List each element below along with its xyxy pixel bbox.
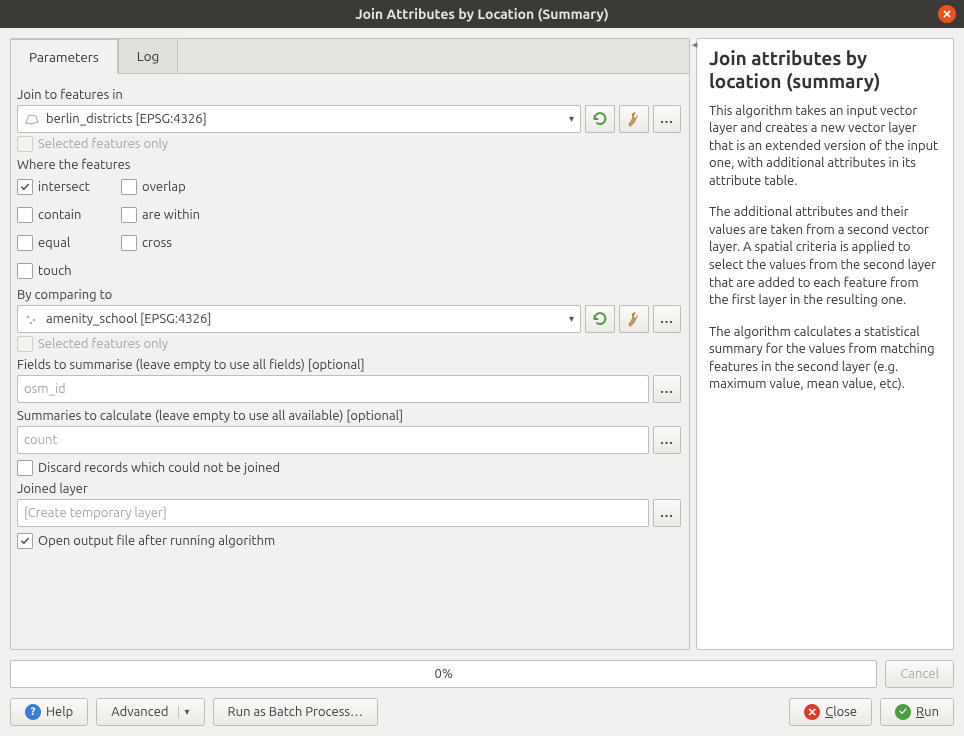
chevron-down-icon: ▾: [569, 113, 574, 125]
predicate-overlap-checkbox[interactable]: [121, 179, 137, 195]
advanced-button-label: Advanced: [111, 705, 168, 719]
predicate-touch-checkbox[interactable]: [17, 263, 33, 279]
predicate-touch-label: touch: [38, 264, 72, 278]
run-button[interactable]: ✓ Run: [880, 698, 954, 726]
close-button-label: Close: [825, 705, 857, 719]
chevron-down-icon: ▾: [178, 706, 190, 718]
predicate-cross-label: cross: [142, 236, 172, 250]
bottom-area: 0% Cancel ? Help Advanced ▾ Run as Batch…: [10, 660, 954, 726]
selected-only-compare-checkbox: [17, 336, 33, 352]
run-button-label: Run: [916, 705, 939, 719]
selected-only-compare-label: Selected features only: [38, 337, 168, 351]
discard-unjoined-label: Discard records which could not be joine…: [38, 461, 280, 475]
window-close-button[interactable]: [938, 5, 956, 23]
fields-value: osm_id: [24, 382, 66, 396]
browse-join-layer-button[interactable]: …: [653, 105, 681, 133]
open-output-checkbox[interactable]: [17, 533, 33, 549]
selected-only-join-checkbox: [17, 136, 33, 152]
reload-join-layer-button[interactable]: [585, 105, 615, 133]
batch-button[interactable]: Run as Batch Process…: [213, 698, 378, 726]
progress-bar: 0%: [10, 660, 877, 688]
help-panel: Join attributes by location (summary) Th…: [696, 38, 954, 650]
help-title: Join attributes by location (summary): [709, 47, 941, 93]
discard-unjoined-checkbox[interactable]: [17, 460, 33, 476]
advanced-button[interactable]: Advanced ▾: [96, 698, 204, 726]
help-icon: ?: [25, 704, 41, 720]
predicate-equal-checkbox[interactable]: [17, 235, 33, 251]
tab-bar: Parameters Log: [10, 38, 689, 74]
label-join-to: Join to features in: [17, 88, 681, 102]
open-output-label: Open output file after running algorithm: [38, 534, 275, 548]
join-layer-dropdown[interactable]: berlin_districts [EPSG:4326] ▾: [17, 105, 581, 133]
selected-only-join-label: Selected features only: [38, 137, 168, 151]
help-button[interactable]: ? Help: [10, 698, 88, 726]
close-button[interactable]: ✕ Close: [789, 698, 872, 726]
label-summaries: Summaries to calculate (leave empty to u…: [17, 409, 681, 423]
tab-parameters[interactable]: Parameters: [10, 39, 118, 74]
window-title: Join Attributes by Location (Summary): [355, 6, 608, 22]
joined-layer-placeholder: [Create temporary layer]: [24, 506, 167, 520]
predicate-intersect-checkbox[interactable]: [17, 179, 33, 195]
help-button-label: Help: [46, 705, 73, 719]
tab-log[interactable]: Log: [118, 38, 179, 73]
predicate-within-checkbox[interactable]: [121, 207, 137, 223]
close-icon: ✕: [804, 704, 820, 720]
label-where: Where the features: [17, 158, 681, 172]
progress-value: 0%: [435, 667, 453, 681]
predicate-contain-label: contain: [38, 208, 81, 222]
summaries-input[interactable]: count: [17, 426, 649, 454]
collapse-help-button[interactable]: ◂: [692, 38, 700, 50]
browse-fields-button[interactable]: …: [653, 375, 681, 403]
upper-area: Parameters Log Join to features in berli…: [10, 38, 954, 650]
dialog-content: Parameters Log Join to features in berli…: [0, 28, 964, 736]
compare-layer-dropdown[interactable]: amenity_school [EPSG:4326] ▾: [17, 305, 581, 333]
label-fields: Fields to summarise (leave empty to use …: [17, 358, 681, 372]
fields-input[interactable]: osm_id: [17, 375, 649, 403]
run-icon: ✓: [895, 704, 911, 720]
browse-summaries-button[interactable]: …: [653, 426, 681, 454]
point-layer-icon: [24, 313, 40, 325]
predicate-within-label: are within: [142, 208, 200, 222]
browse-compare-layer-button[interactable]: …: [653, 305, 681, 333]
settings-join-layer-button[interactable]: [619, 105, 649, 133]
settings-compare-layer-button[interactable]: [619, 305, 649, 333]
chevron-down-icon: ▾: [569, 313, 574, 325]
predicate-cross-checkbox[interactable]: [121, 235, 137, 251]
polygon-layer-icon: [24, 113, 40, 125]
title-bar: Join Attributes by Location (Summary): [0, 0, 964, 28]
browse-joined-layer-button[interactable]: …: [653, 499, 681, 527]
help-paragraph-1: This algorithm takes an input vector lay…: [709, 103, 941, 191]
form-body: Join to features in berlin_districts [EP…: [11, 74, 689, 649]
join-layer-value: berlin_districts [EPSG:4326]: [46, 112, 207, 126]
help-paragraph-3: The algorithm calculates a statistical s…: [709, 324, 941, 394]
help-paragraph-2: The additional attributes and their valu…: [709, 204, 941, 309]
predicate-equal-label: equal: [38, 236, 70, 250]
label-compare-to: By comparing to: [17, 288, 681, 302]
cancel-button: Cancel: [885, 660, 954, 688]
predicate-intersect-label: intersect: [38, 180, 90, 194]
summaries-value: count: [24, 433, 58, 447]
predicates-grid: intersect overlap contain are within equ…: [17, 176, 681, 282]
reload-compare-layer-button[interactable]: [585, 305, 615, 333]
parameters-panel: Parameters Log Join to features in berli…: [10, 38, 690, 650]
compare-layer-value: amenity_school [EPSG:4326]: [46, 312, 211, 326]
joined-layer-input[interactable]: [Create temporary layer]: [17, 499, 649, 527]
predicate-overlap-label: overlap: [142, 180, 186, 194]
predicate-contain-checkbox[interactable]: [17, 207, 33, 223]
label-joined-layer: Joined layer: [17, 482, 681, 496]
